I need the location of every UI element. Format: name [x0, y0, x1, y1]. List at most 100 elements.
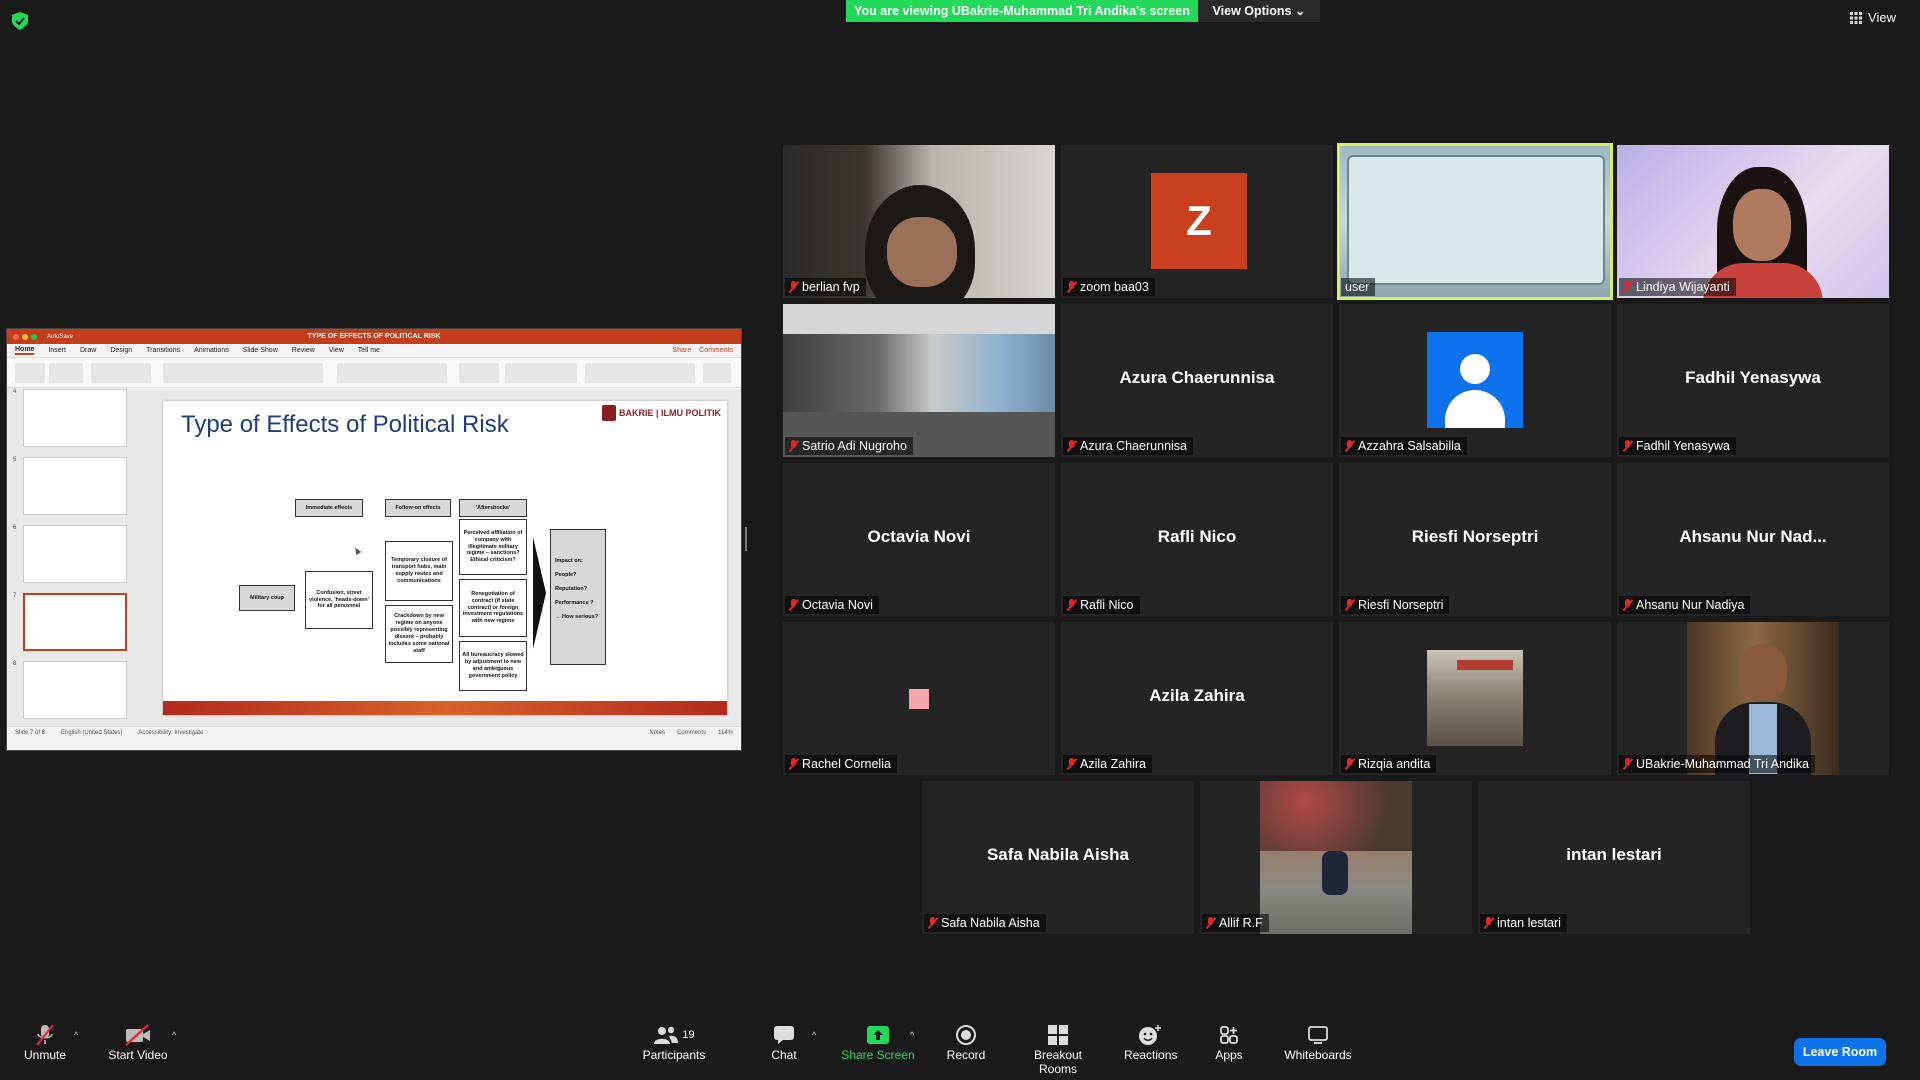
video-options-caret-icon[interactable]: ^ [172, 1030, 176, 1040]
participant-name: Azura Chaerunnisa [1080, 439, 1188, 453]
video-tile-active-speaker[interactable]: user [1337, 143, 1613, 300]
font-group[interactable] [163, 363, 323, 383]
thumbnail-7[interactable] [23, 593, 127, 651]
tab-insert[interactable]: Insert [48, 347, 66, 354]
chat-options-caret-icon[interactable]: ^ [812, 1030, 816, 1040]
profile-picture [1687, 622, 1839, 775]
video-tile[interactable]: UBakrie-Muhammad Tri Andika [1617, 622, 1889, 775]
chevron-down-icon: ⌄ [1294, 4, 1306, 18]
mic-muted-icon [1067, 599, 1076, 611]
video-tile[interactable]: Safa Nabila Aisha Safa Nabila Aisha [922, 781, 1194, 934]
video-tile[interactable]: Octavia Novi Octavia Novi [783, 463, 1055, 616]
thumbnail-8[interactable] [23, 661, 127, 719]
apps-icon [1212, 1022, 1246, 1048]
video-tile[interactable]: intan lestari intan lestari [1478, 781, 1750, 934]
video-tile[interactable]: Rizqia andita [1339, 622, 1611, 775]
video-tile[interactable]: Z zoom baa03 [1061, 145, 1333, 298]
split-view-handle[interactable] [745, 527, 747, 551]
participant-name: Ahsanu Nur Nadiya [1636, 598, 1745, 612]
box-aftershock-3: All bureaucracy slowed by adjustment to … [459, 641, 527, 691]
header-aftershocks: 'Aftershocks' [459, 499, 527, 517]
share-options-caret-icon[interactable]: ^ [910, 1030, 914, 1040]
video-tile[interactable]: Lindiya Wijayanti [1617, 145, 1889, 298]
status-comments-button[interactable]: Comments [677, 730, 706, 736]
thumbnail-4[interactable] [23, 389, 127, 447]
unmute-button[interactable]: Unmute [18, 1022, 72, 1062]
tab-design[interactable]: Design [110, 347, 132, 354]
whiteboards-label: Whiteboards [1284, 1048, 1352, 1062]
thumbnail-6[interactable] [23, 525, 127, 583]
video-tile[interactable]: Allif R.F [1200, 781, 1472, 934]
participant-name-label: Azura Chaerunnisa [1063, 437, 1194, 455]
chat-button[interactable]: Chat [766, 1022, 802, 1062]
record-button[interactable]: Record [944, 1022, 988, 1062]
paste-group[interactable] [15, 363, 45, 383]
reactions-button[interactable]: Reactions [1124, 1022, 1177, 1062]
video-tile[interactable]: Rachel Cornelia [783, 622, 1055, 775]
smiley-plus-icon [1124, 1022, 1176, 1048]
start-video-label: Start Video [108, 1048, 168, 1062]
drawing-group[interactable] [585, 363, 695, 383]
leave-room-button[interactable]: Leave Room [1794, 1038, 1886, 1066]
convert-smartart-group[interactable] [459, 363, 499, 383]
tab-animations[interactable]: Animations [194, 347, 229, 354]
video-tile[interactable]: Fadhil Yenasywa Fadhil Yenasywa [1617, 304, 1889, 457]
security-shield-icon[interactable] [12, 12, 28, 30]
video-tile[interactable]: berlian fvp [783, 145, 1055, 298]
start-video-button[interactable]: Start Video [106, 1022, 170, 1062]
participant-display-name: intan lestari [1566, 845, 1662, 864]
thumb-num: 4 [13, 389, 17, 395]
box-aftershock-2: Renegotiation of contract (if state cont… [459, 579, 527, 637]
thumb-num: 8 [13, 661, 17, 667]
participants-button[interactable]: 19 Participants [640, 1022, 708, 1062]
audio-options-caret-icon[interactable]: ^ [74, 1030, 78, 1040]
video-tile[interactable]: Ahsanu Nur Nad... Ahsanu Nur Nadiya [1617, 463, 1889, 616]
slides-group[interactable] [91, 363, 151, 383]
view-options-button[interactable]: View Options ⌄ [1198, 0, 1320, 22]
tab-review[interactable]: Review [292, 347, 315, 354]
tab-home[interactable]: Home [15, 346, 35, 355]
tab-draw[interactable]: Draw [80, 347, 96, 354]
mic-muted-icon [1345, 440, 1354, 452]
pp-share-button[interactable]: Share [672, 347, 691, 354]
video-tile[interactable]: Azila Zahira Azila Zahira [1061, 622, 1333, 775]
breakout-rooms-button[interactable]: Breakout Rooms [1014, 1022, 1102, 1076]
whiteboards-button[interactable]: Whiteboards [1282, 1022, 1354, 1062]
video-tile[interactable]: Azzahra Salsabilla [1339, 304, 1611, 457]
tab-transitions[interactable]: Transitions [146, 347, 180, 354]
view-options-label: View Options [1212, 4, 1292, 18]
thumbnail-5[interactable] [23, 457, 127, 515]
video-tile[interactable]: Azura Chaerunnisa Azura Chaerunnisa [1061, 304, 1333, 457]
mic-muted-icon [1067, 758, 1076, 770]
video-tile[interactable]: Satrio Adi Nugroho [783, 304, 1055, 457]
video-tile[interactable]: Rafli Nico Rafli Nico [1061, 463, 1333, 616]
view-layout-button[interactable]: View [1850, 10, 1896, 25]
paragraph-group[interactable] [337, 363, 447, 383]
tab-view[interactable]: View [329, 347, 344, 354]
participant-name: Riesfi Norseptri [1358, 598, 1444, 612]
video-tile[interactable]: Riesfi Norseptri Riesfi Norseptri [1339, 463, 1611, 616]
pp-comments-button[interactable]: Comments [699, 347, 733, 354]
current-slide[interactable]: Type of Effects of Political Risk BAKRIE… [163, 401, 727, 715]
zoom-level[interactable]: 114% [718, 730, 733, 736]
apps-button[interactable]: Apps [1212, 1022, 1246, 1062]
clipboard-group[interactable] [49, 363, 83, 383]
tab-tell-me[interactable]: Tell me [358, 347, 380, 354]
impact-arrow-icon [533, 537, 546, 649]
participant-name-label: Rafli Nico [1063, 596, 1140, 614]
insert-group[interactable] [505, 363, 577, 383]
grid-view-icon [1850, 11, 1863, 24]
tab-slide-show[interactable]: Slide Show [243, 347, 278, 354]
language-label: English (United States) [61, 729, 123, 736]
apps-label: Apps [1215, 1048, 1243, 1062]
participant-face [1733, 189, 1791, 261]
shared-screen[interactable]: AutoSave TYPE OF EFFECTS OF POLITICAL RI… [6, 328, 742, 751]
share-screen-button[interactable]: Share Screen [838, 1022, 918, 1062]
pp-ribbon-tabs: Home Insert Draw Design Transitions Anim… [7, 344, 741, 358]
logo-text: BAKRIE | ILMU POLITIK [618, 408, 721, 418]
bakrie-shield-icon [601, 405, 616, 421]
notes-button[interactable]: Notes [649, 730, 665, 736]
participant-name: Rafli Nico [1080, 598, 1134, 612]
design-ideas-group[interactable] [703, 363, 731, 383]
accessibility-label[interactable]: Accessibility: Investigate [138, 730, 203, 736]
